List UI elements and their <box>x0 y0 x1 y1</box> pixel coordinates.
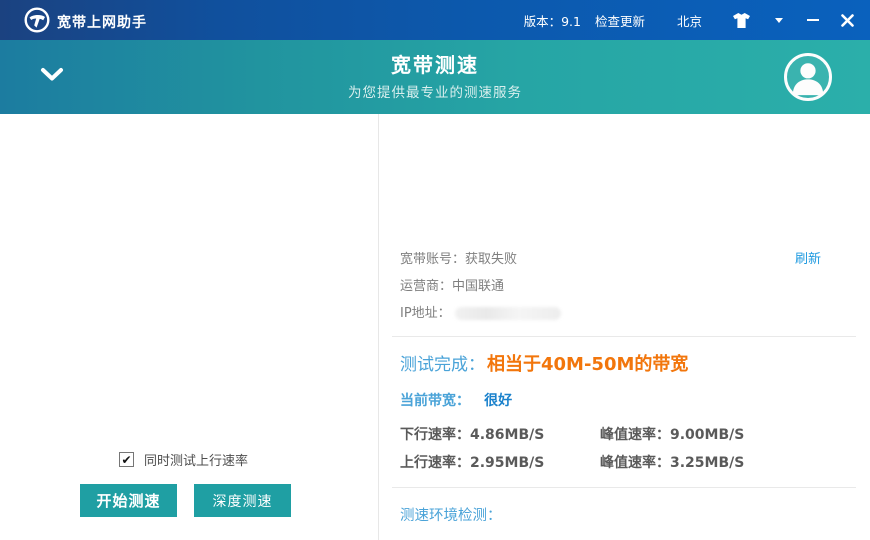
skin-tshirt-icon[interactable] <box>728 7 754 33</box>
test-result-row: 测试完成： 相当于40M-50M的带宽 <box>400 350 688 376</box>
current-bandwidth-row: 当前带宽： 很好 <box>400 390 512 410</box>
person-icon <box>788 57 828 97</box>
account-label: 宽带账号： <box>400 252 465 267</box>
vertical-divider <box>378 114 379 540</box>
titlebar: 宽带上网助手 版本：9.1 检查更新 北京 <box>0 0 870 40</box>
ip-address-redacted <box>455 307 561 320</box>
download-speed: 下行速率：4.86MB/S <box>400 427 544 443</box>
upload-peak-speed: 峰值速率：3.25MB/S <box>600 452 744 472</box>
city-selector[interactable]: 北京 <box>677 11 702 30</box>
dropdown-menu-icon[interactable] <box>766 7 792 33</box>
page-subtitle: 为您提供最专业的测速服务 <box>0 81 870 101</box>
upload-speed-row: 上行速率：2.95MB/S 峰值速率：3.25MB/S <box>400 452 544 472</box>
upload-speed: 上行速率：2.95MB/S <box>400 455 544 471</box>
current-bandwidth-label: 当前带宽： <box>400 393 470 409</box>
isp-label: 运营商： <box>400 279 452 294</box>
divider <box>392 487 856 488</box>
refresh-link[interactable]: 刷新 <box>795 248 821 267</box>
ip-label: IP地址： <box>400 306 451 321</box>
isp-value: 中国联通 <box>452 279 504 294</box>
bandwidth-estimate-value: 相当于40M-50M的带宽 <box>487 350 688 376</box>
app-title: 宽带上网助手 <box>57 12 147 32</box>
download-peak-speed: 峰值速率：9.00MB/S <box>600 424 744 444</box>
check-update-link[interactable]: 检查更新 <box>595 11 645 30</box>
app-logo-icon <box>24 7 50 33</box>
page-title: 宽带测速 <box>0 49 870 78</box>
user-avatar[interactable] <box>784 53 832 101</box>
start-test-button[interactable]: 开始测速 <box>80 484 177 517</box>
deep-test-button[interactable]: 深度测速 <box>194 484 291 517</box>
divider <box>392 336 856 337</box>
main-content: ✔ 同时测试上行速率 开始测速 深度测速 宽带账号：获取失败 签约带宽：获取失败… <box>0 114 870 540</box>
ip-info-row: IP地址： 归属地：北京 <box>400 302 561 321</box>
close-icon[interactable] <box>834 7 860 33</box>
current-bandwidth-rating: 很好 <box>484 393 512 409</box>
isp-info-row: 运营商：中国联通 接入类型：获取失败 <box>400 275 504 294</box>
upload-test-checkbox-label: 同时测试上行速率 <box>144 450 248 469</box>
upload-test-checkbox-row: ✔ 同时测试上行速率 <box>119 450 248 469</box>
test-done-label: 测试完成： <box>400 350 485 375</box>
environment-section-title: 测速环境检测： <box>400 504 502 525</box>
account-value: 获取失败 <box>465 252 517 267</box>
account-info-row: 宽带账号：获取失败 签约带宽：获取失败 刷新 <box>400 248 517 267</box>
version-label: 版本：9.1 <box>524 11 581 30</box>
page-header: 宽带测速 为您提供最专业的测速服务 <box>0 40 870 114</box>
app-window: 宽带上网助手 版本：9.1 检查更新 北京 <box>0 0 870 540</box>
minimize-icon[interactable] <box>800 7 826 33</box>
upload-test-checkbox[interactable]: ✔ <box>119 452 134 467</box>
download-speed-row: 下行速率：4.86MB/S 峰值速率：9.00MB/S <box>400 424 544 444</box>
